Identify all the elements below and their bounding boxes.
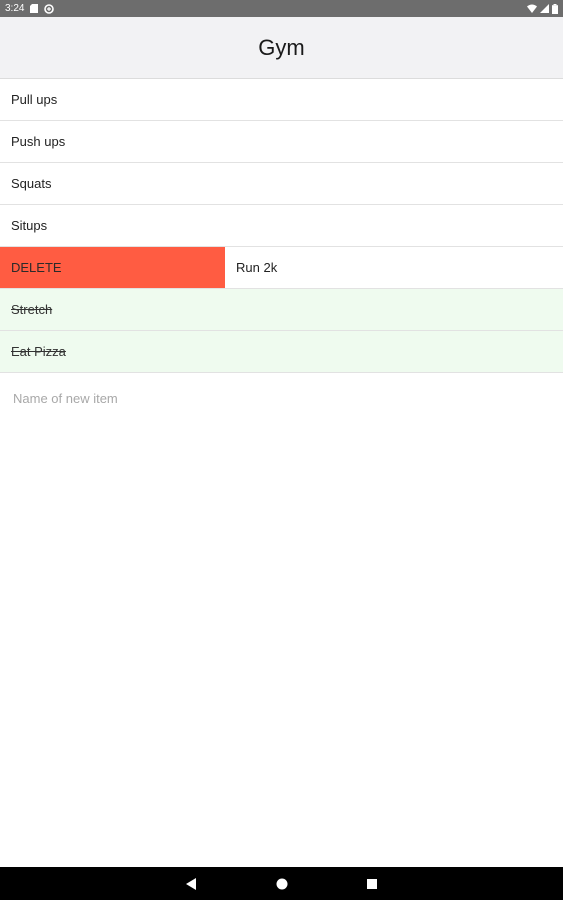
battery-icon xyxy=(552,3,558,14)
recents-icon[interactable] xyxy=(352,867,392,900)
list-item-label: Run 2k xyxy=(236,260,278,275)
todo-list: Pull ups Push ups Squats Situps DELETE R… xyxy=(0,79,563,373)
list-item-label: Stretch xyxy=(11,302,53,317)
home-icon[interactable] xyxy=(262,867,302,900)
sd-card-icon xyxy=(30,4,39,13)
page-title: Gym xyxy=(258,34,305,60)
signal-icon xyxy=(540,4,549,13)
list-item-label: Pull ups xyxy=(11,92,58,107)
list-item-label: Squats xyxy=(11,176,52,191)
wifi-icon xyxy=(527,4,537,13)
status-time: 3:24 xyxy=(5,3,25,14)
list-item-completed[interactable]: Stretch xyxy=(0,289,563,331)
new-item-input[interactable] xyxy=(0,375,563,421)
list-item-swiped[interactable]: DELETE Run 2k xyxy=(0,247,563,289)
list-item-label: Push ups xyxy=(11,134,66,149)
back-icon[interactable] xyxy=(171,867,211,900)
list-item[interactable]: Push ups xyxy=(0,121,563,163)
navigation-bar xyxy=(0,867,563,900)
app-header: Gym xyxy=(0,17,563,79)
list-item[interactable]: Situps xyxy=(0,205,563,247)
delete-button[interactable]: DELETE xyxy=(0,247,225,288)
list-item-completed[interactable]: Eat Pizza xyxy=(0,331,563,373)
list-item[interactable]: Pull ups xyxy=(0,79,563,121)
list-item-label: Situps xyxy=(11,218,48,233)
status-bar: 3:24 xyxy=(0,0,563,17)
data-saver-icon xyxy=(44,3,55,14)
list-item[interactable]: Squats xyxy=(0,163,563,205)
list-item-label: Eat Pizza xyxy=(11,344,66,359)
